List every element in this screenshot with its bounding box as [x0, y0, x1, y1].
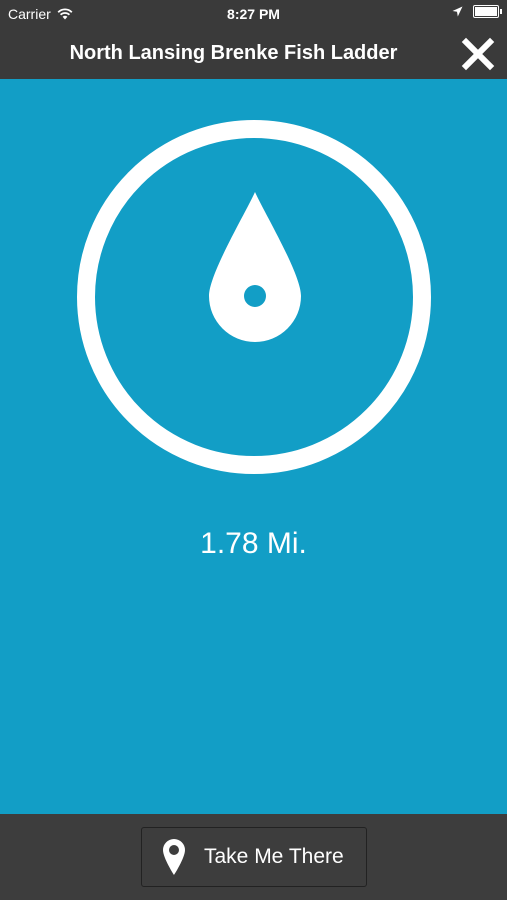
close-icon — [461, 37, 495, 71]
page-title: North Lansing Brenke Fish Ladder — [69, 42, 398, 64]
main-panel: 1.78 Mi. — [0, 79, 507, 814]
battery-icon — [473, 5, 502, 18]
status-right-group — [452, 5, 502, 18]
location-arrow-icon — [452, 6, 463, 17]
close-button[interactable] — [461, 37, 495, 71]
nav-bar: North Lansing Brenke Fish Ladder — [0, 28, 507, 79]
take-me-there-label: Take Me There — [204, 845, 344, 868]
take-me-there-button[interactable]: Take Me There — [141, 827, 367, 887]
status-time: 8:27 PM — [227, 6, 280, 22]
map-pin-icon — [163, 839, 185, 875]
water-drop-icon — [209, 192, 301, 342]
status-bar: Carrier 8:27 PM — [0, 0, 507, 28]
distance-label: 1.78 Mi. — [200, 527, 307, 560]
bottom-bar: Take Me There — [0, 814, 507, 900]
